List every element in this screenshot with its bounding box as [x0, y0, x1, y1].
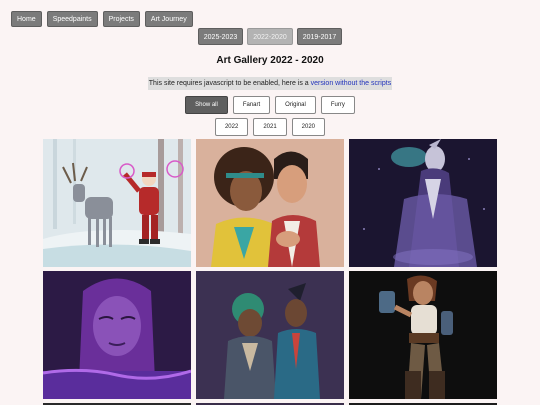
artwork-gallery — [43, 139, 497, 405]
artwork-image — [196, 139, 344, 267]
year-range-2019-2017-button[interactable]: 2019-2017 — [296, 28, 343, 45]
artwork-image — [349, 271, 497, 399]
notice-text: This site requires javascript to be enab… — [148, 80, 311, 87]
artwork-thumbnail[interactable] — [349, 271, 497, 399]
artwork-thumbnail[interactable] — [43, 271, 191, 399]
nav-art-journey-button[interactable]: Art Journey — [144, 11, 193, 27]
year-range-2025-2023-button[interactable]: 2025-2023 — [197, 28, 244, 45]
year-range-selector: 2025-2023 2022-2020 2019-2017 — [0, 28, 540, 45]
page-title: Art Gallery 2022 - 2020 — [216, 55, 324, 66]
year-filters: 2022 2021 2020 — [0, 118, 540, 136]
artwork-image — [196, 271, 344, 399]
artwork-thumbnail[interactable] — [43, 139, 191, 267]
filter-fanart-button[interactable]: Fanart — [232, 96, 271, 114]
category-filters: Show all Fanart Original Furry — [0, 96, 540, 114]
year-range-2022-2020-button[interactable]: 2022-2020 — [247, 28, 293, 45]
artwork-image — [43, 139, 191, 267]
artwork-thumbnail[interactable] — [349, 139, 497, 267]
javascript-notice: This site requires javascript to be enab… — [148, 77, 392, 90]
nav-speedpaints-button[interactable]: Speedpaints — [46, 11, 98, 27]
artwork-image — [349, 139, 497, 267]
filter-2020-button[interactable]: 2020 — [291, 118, 326, 136]
filter-2021-button[interactable]: 2021 — [253, 118, 287, 136]
artwork-thumbnail[interactable] — [196, 139, 344, 267]
artwork-thumbnail[interactable] — [196, 271, 344, 399]
top-navigation: Home Speedpaints Projects Art Journey — [11, 11, 193, 27]
filter-2022-button[interactable]: 2022 — [214, 118, 249, 136]
no-script-version-link[interactable]: version without the scripts — [311, 80, 392, 87]
nav-home-button[interactable]: Home — [11, 11, 42, 27]
artwork-image — [43, 271, 191, 399]
nav-projects-button[interactable]: Projects — [102, 11, 140, 27]
filter-original-button[interactable]: Original — [275, 96, 316, 114]
filter-furry-button[interactable]: Furry — [320, 96, 355, 114]
filter-show-all-button[interactable]: Show all — [185, 96, 228, 114]
